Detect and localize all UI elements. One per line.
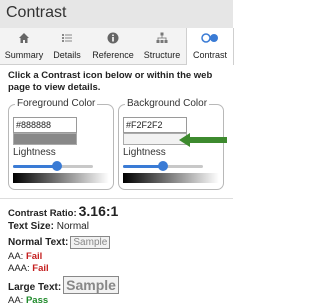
normal-aa-label: AA:: [8, 251, 24, 262]
large-text-sample: Sample: [63, 276, 119, 294]
tab-reference-label: Reference: [92, 50, 134, 60]
tab-details-label: Details: [53, 50, 81, 60]
foreground-slider-thumb[interactable]: [52, 161, 62, 171]
list-icon: [46, 32, 88, 46]
large-text-label: Large Text:: [8, 282, 62, 293]
foreground-legend: Foreground Color: [15, 98, 98, 109]
large-aa-label: AA:: [8, 295, 24, 306]
tab-reference[interactable]: Reference: [88, 28, 138, 64]
tab-bar: Summary Details Reference Structure Cont…: [0, 28, 234, 65]
foreground-hex-input[interactable]: #888888: [13, 117, 77, 133]
normal-aaa-label: AAA:: [8, 263, 30, 274]
info-icon: [88, 32, 138, 46]
divider: [0, 198, 233, 199]
tab-structure[interactable]: Structure: [138, 28, 186, 64]
large-aa-result: AA: Pass: [8, 295, 48, 306]
structure-icon: [138, 32, 186, 46]
normal-text-row: Normal Text: Sample: [8, 236, 111, 249]
tab-summary-label: Summary: [4, 50, 44, 60]
text-size-value: Normal: [56, 221, 89, 232]
tab-structure-label: Structure: [143, 50, 181, 60]
normal-text-label: Normal Text:: [8, 237, 69, 248]
normal-aa-result: AA: Fail: [8, 251, 42, 262]
instructions-text: Click a Contrast icon below or within th…: [8, 70, 213, 93]
foreground-lightness-gradient: [13, 173, 109, 183]
large-text-row: Large Text: Sample: [8, 276, 119, 294]
contrast-ratio: Contrast Ratio: 3.16:1: [8, 203, 118, 219]
foreground-lightness-slider[interactable]: [13, 161, 93, 171]
normal-aa-value: Fail: [25, 251, 43, 262]
background-lightness-label: Lightness: [123, 147, 166, 158]
text-size-label: Text Size:: [8, 221, 54, 232]
contrast-ratio-label: Contrast Ratio:: [8, 208, 77, 219]
home-icon: [2, 32, 46, 46]
contrast-ratio-value: 3.16:1: [78, 203, 119, 219]
title-bar: Contrast: [0, 0, 233, 29]
background-slider-thumb[interactable]: [158, 161, 168, 171]
normal-aaa-value: Fail: [32, 263, 49, 274]
background-hex-input[interactable]: #F2F2F2: [123, 117, 187, 133]
foreground-color-group: Foreground Color #888888 Lightness: [8, 98, 114, 190]
large-aa-value: Pass: [25, 295, 49, 306]
background-lightness-gradient: [123, 173, 219, 183]
tab-contrast[interactable]: Contrast: [186, 28, 234, 65]
window-title: Contrast: [6, 4, 67, 21]
normal-text-sample: Sample: [70, 236, 111, 249]
background-legend: Background Color: [125, 98, 210, 109]
arrow-left-icon: [179, 133, 227, 147]
foreground-lightness-label: Lightness: [13, 147, 56, 158]
normal-aaa-result: AAA: Fail: [8, 263, 49, 274]
foreground-swatch: [13, 133, 77, 145]
background-lightness-slider[interactable]: [123, 161, 203, 171]
tab-contrast-label: Contrast: [192, 50, 227, 60]
tab-details[interactable]: Details: [46, 28, 88, 64]
text-size: Text Size: Normal: [8, 221, 89, 232]
tab-summary[interactable]: Summary: [2, 28, 46, 64]
contrast-icon: [187, 32, 233, 46]
